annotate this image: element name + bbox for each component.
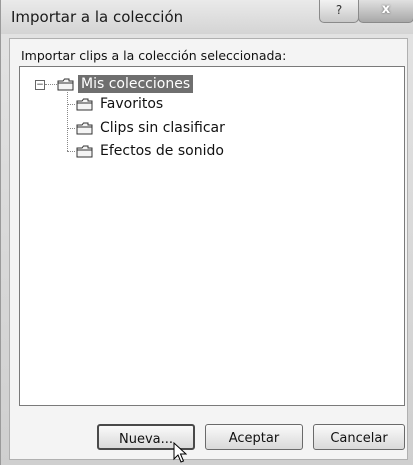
folder-icon bbox=[76, 145, 93, 158]
tree-item-favoritos[interactable]: Favoritos bbox=[76, 94, 166, 114]
tree-item-mis-colecciones[interactable]: Mis colecciones bbox=[57, 74, 194, 94]
tree-item-label: Mis colecciones bbox=[78, 75, 194, 93]
collapse-toggle-icon[interactable]: − bbox=[35, 80, 45, 90]
tree-item-label: Favoritos bbox=[100, 96, 164, 112]
dialog-window: Importar a la colección ? x Importar cli… bbox=[0, 0, 413, 465]
folder-icon bbox=[57, 78, 74, 91]
tree-item-efectos-de-sonido[interactable]: Efectos de sonido bbox=[76, 141, 227, 161]
collection-tree[interactable] bbox=[19, 66, 405, 406]
tree-item-label: Clips sin clasificar bbox=[100, 120, 225, 136]
window-title: Importar a la colección bbox=[11, 8, 184, 26]
title-bar[interactable]: Importar a la colección ? x bbox=[1, 0, 413, 34]
close-button[interactable]: x bbox=[358, 0, 413, 23]
tree-connector-child-1 bbox=[67, 104, 75, 105]
tree-connector-child-2 bbox=[67, 128, 75, 129]
mouse-pointer-icon bbox=[173, 442, 187, 463]
folder-icon bbox=[76, 122, 93, 135]
help-button[interactable]: ? bbox=[319, 0, 359, 23]
tree-connector-vertical bbox=[67, 92, 68, 151]
folder-icon bbox=[76, 98, 93, 111]
tree-connector-child-3 bbox=[67, 151, 75, 152]
tree-connector-root bbox=[45, 84, 57, 85]
instruction-label: Importar clips a la colección selecciona… bbox=[21, 48, 287, 63]
cancel-button[interactable]: Cancelar bbox=[313, 424, 405, 450]
accept-button[interactable]: Aceptar bbox=[205, 424, 303, 450]
tree-item-clips-sin-clasificar[interactable]: Clips sin clasificar bbox=[76, 118, 228, 138]
tree-item-label: Efectos de sonido bbox=[100, 143, 224, 159]
